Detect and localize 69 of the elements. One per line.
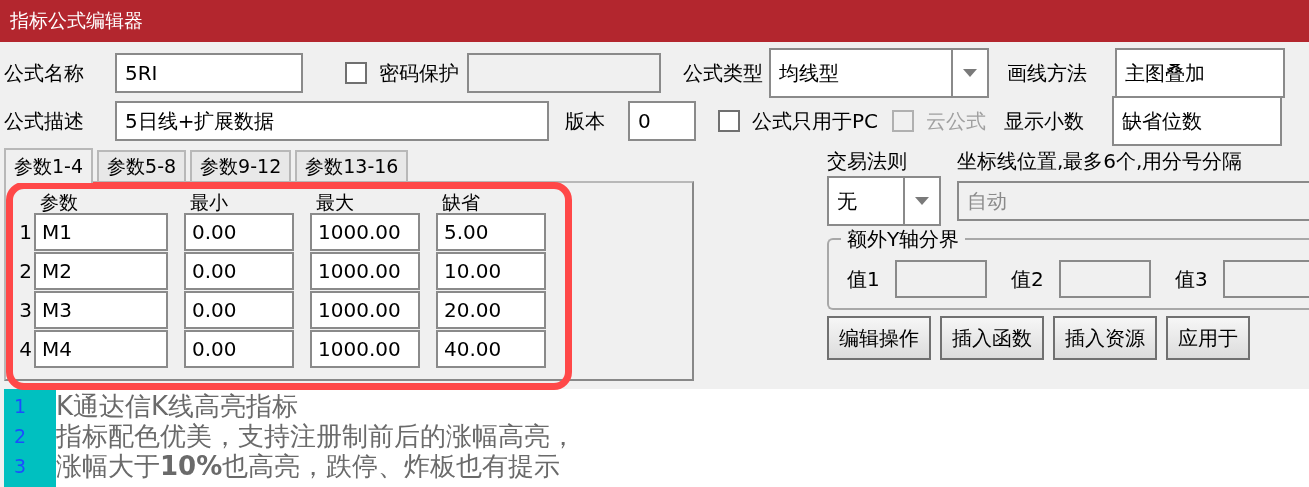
column-header: 参数 bbox=[39, 191, 79, 213]
row-number: 3 bbox=[18, 297, 33, 324]
code-line: 涨幅大于10%也高亮，跌停、炸板也有提示 bbox=[56, 451, 562, 481]
param-input[interactable]: 1000.00 bbox=[310, 213, 420, 251]
draw-method-field[interactable]: 主图叠加 bbox=[1115, 48, 1285, 98]
value-field[interactable] bbox=[895, 260, 987, 298]
field-label: 值2 bbox=[1011, 265, 1045, 293]
field-label: 值3 bbox=[1175, 265, 1209, 293]
checkbox-label: 密码保护 bbox=[379, 59, 459, 87]
tab[interactable]: 参数13-16 bbox=[295, 150, 409, 181]
line-number: 1 bbox=[13, 394, 28, 419]
param-input[interactable]: 0.00 bbox=[184, 252, 294, 290]
param-input[interactable]: M3 bbox=[34, 291, 168, 329]
code-editor[interactable]: 1 2 3 K通达信K线高亮指标 指标配色优美，支持注册制前后的涨幅高亮， 涨幅大于10%也高亮，跌停、炸板也有提示 bbox=[4, 389, 1309, 487]
dropdown-arrow-icon bbox=[915, 197, 929, 205]
dropdown-arrow-icon bbox=[963, 69, 977, 77]
toolbar-button[interactable]: 编辑操作 bbox=[827, 316, 931, 360]
name-field[interactable]: 5RI bbox=[115, 53, 303, 93]
tab[interactable]: 参数9-12 bbox=[190, 150, 292, 181]
checkbox-label: 云公式 bbox=[926, 107, 987, 135]
password-field[interactable] bbox=[467, 53, 661, 93]
field-label: 画线方法 bbox=[1007, 59, 1088, 87]
code-line: 指标配色优美，支持注册制前后的涨幅高亮， bbox=[56, 421, 576, 451]
param-input[interactable]: 0.00 bbox=[184, 330, 294, 368]
field-label: 交易法则 bbox=[827, 147, 908, 175]
line-number: 2 bbox=[13, 424, 28, 449]
param-input[interactable]: 0.00 bbox=[184, 291, 294, 329]
param-input[interactable]: M1 bbox=[34, 213, 168, 251]
tab[interactable]: 参数5-8 bbox=[97, 150, 187, 181]
window-title: 指标公式编辑器 bbox=[0, 0, 1309, 42]
param-input[interactable]: 20.00 bbox=[436, 291, 546, 329]
type-dropdown[interactable]: 均线型 bbox=[769, 48, 989, 98]
param-input[interactable]: M2 bbox=[34, 252, 168, 290]
field-label: 显示小数 bbox=[1004, 107, 1086, 135]
field-label: 版本 bbox=[565, 107, 606, 135]
param-input[interactable]: 1000.00 bbox=[310, 291, 420, 329]
value-field[interactable] bbox=[1223, 260, 1309, 298]
checkbox[interactable] bbox=[345, 62, 367, 84]
row-number: 4 bbox=[18, 336, 33, 363]
param-input[interactable]: 10.00 bbox=[436, 252, 546, 290]
field-label: 公式名称 bbox=[4, 59, 85, 87]
field-label: 公式描述 bbox=[4, 107, 85, 135]
row-number: 2 bbox=[18, 258, 33, 285]
param-input[interactable]: 5.00 bbox=[436, 213, 546, 251]
trade-rule-dropdown[interactable]: 无 bbox=[827, 176, 941, 226]
toolbar-button[interactable]: 应用于 bbox=[1166, 316, 1250, 360]
checkbox[interactable] bbox=[718, 110, 740, 132]
column-header: 缺省 bbox=[441, 191, 481, 213]
decimals-field[interactable]: 缺省位数 bbox=[1112, 96, 1283, 146]
param-input[interactable]: 1000.00 bbox=[310, 252, 420, 290]
column-header: 最小 bbox=[189, 191, 229, 213]
field-label: 值1 bbox=[847, 265, 881, 293]
field-label: 公式类型 bbox=[683, 59, 764, 87]
version-field[interactable]: 0 bbox=[628, 101, 696, 141]
checkbox-label: 公式只用于PC bbox=[752, 107, 879, 135]
row-number: 1 bbox=[18, 219, 33, 246]
param-input[interactable]: 1000.00 bbox=[310, 330, 420, 368]
column-header: 最大 bbox=[315, 191, 355, 213]
field-label: 坐标线位置,最多6个,用分号分隔 bbox=[957, 147, 1243, 175]
line-number: 3 bbox=[13, 454, 28, 479]
value-field[interactable] bbox=[1059, 260, 1151, 298]
description-field[interactable]: 5日线+扩展数据 bbox=[115, 101, 549, 141]
toolbar-button[interactable]: 插入资源 bbox=[1053, 316, 1157, 360]
param-input[interactable]: M4 bbox=[34, 330, 168, 368]
param-input[interactable]: 40.00 bbox=[436, 330, 546, 368]
tab[interactable]: 参数1-4 bbox=[4, 148, 94, 183]
toolbar-button[interactable]: 插入函数 bbox=[940, 316, 1044, 360]
code-line: K通达信K线高亮指标 bbox=[56, 391, 300, 421]
param-input[interactable]: 0.00 bbox=[184, 213, 294, 251]
